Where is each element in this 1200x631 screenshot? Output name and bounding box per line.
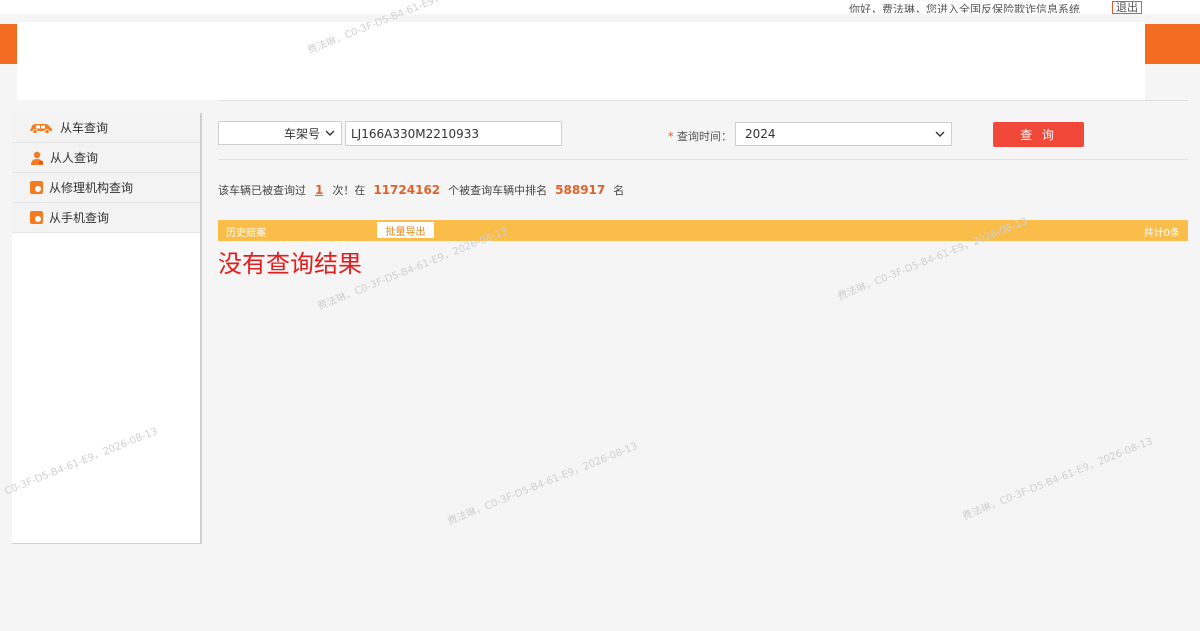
query-time-text: 查询时间：: [677, 130, 732, 143]
car-icon: [30, 123, 52, 134]
phone-icon: [30, 211, 43, 224]
top-bar: 你好，费法琳，您进入全国反保险欺诈信息系统 退出: [0, 0, 1200, 14]
header-overlay: [17, 22, 1145, 100]
stats-mid: 次！在: [332, 184, 366, 197]
search-type-select[interactable]: 车架号: [218, 121, 342, 145]
chevron-down-icon: [325, 130, 335, 136]
vin-input[interactable]: [345, 121, 562, 146]
query-time-label: * 查询时间：: [668, 128, 732, 144]
total-count: 共计0条: [1143, 228, 1180, 239]
logout-button[interactable]: 退出: [1112, 1, 1142, 14]
divider: [218, 100, 1188, 101]
history-title: 历史赔案: [226, 228, 266, 239]
chevron-down-icon: [935, 131, 945, 137]
sidebar-item-car[interactable]: 从车查询: [12, 113, 200, 143]
batch-export-button[interactable]: 批量导出: [377, 222, 434, 238]
sidebar-item-person[interactable]: 从人查询: [12, 143, 200, 173]
sidebar: 从车查询 从人查询 从修理机构查询 从手机查询: [12, 113, 202, 544]
sidebar-item-label: 从人查询: [50, 151, 99, 165]
divider: [218, 159, 1188, 160]
query-count-link[interactable]: 1: [315, 183, 323, 197]
sidebar-item-label: 从车查询: [60, 121, 109, 135]
query-button[interactable]: 查 询: [993, 122, 1084, 147]
year-value: 2024: [745, 127, 776, 141]
person-icon: [31, 151, 43, 165]
search-type-value: 车架号: [283, 126, 320, 141]
year-select[interactable]: 2024: [735, 122, 952, 146]
sidebar-item-label: 从手机查询: [49, 211, 110, 225]
welcome-text: 你好，费法琳，您进入全国反保险欺诈信息系统: [849, 3, 1080, 13]
watermark: 费法琳，C0-3F-D5-B4-61-E9，2026-08-13: [961, 436, 1155, 523]
stats-suffix: 名: [613, 184, 625, 197]
stats-mid2: 个被查询车辆中排名: [448, 184, 548, 197]
query-stats: 该车辆已被查询过 1 次！在 11724162 个被查询车辆中排名 588917 名: [218, 182, 624, 198]
sidebar-item-phone[interactable]: 从手机查询: [12, 203, 200, 233]
stats-prefix: 该车辆已被查询过: [218, 184, 306, 197]
sidebar-item-label: 从修理机构查询: [49, 181, 134, 195]
watermark: 费法琳，C0-3F-D5-B4-61-E9，2026-08-13: [446, 441, 640, 528]
no-result-message: 没有查询结果: [218, 250, 362, 278]
sidebar-item-repair-shop[interactable]: 从修理机构查询: [12, 173, 200, 203]
required-star: *: [668, 130, 674, 143]
rank-value: 588917: [555, 183, 606, 197]
total-cars-count: 11724162: [373, 183, 441, 197]
history-claims-bar: 历史赔案 批量导出 共计0条: [218, 220, 1188, 241]
repair-shop-icon: [30, 181, 43, 194]
